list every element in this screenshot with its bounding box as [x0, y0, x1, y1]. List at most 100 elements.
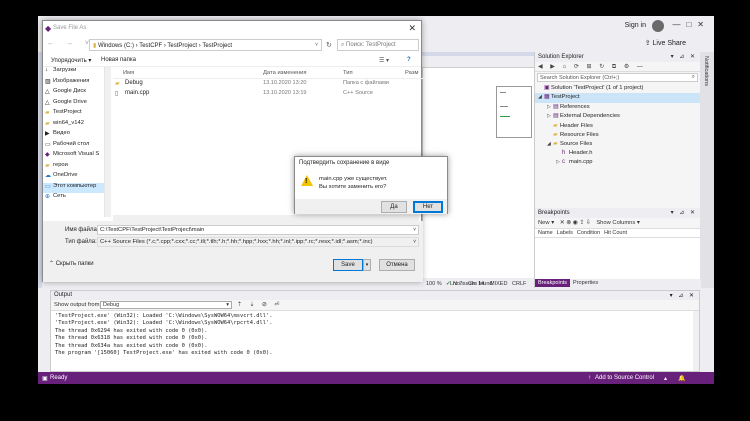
panel-pin-close-icons[interactable]: ▾ ⊿ ✕ [671, 209, 697, 216]
tree-item[interactable]: ▷ c main.cpp [535, 159, 700, 168]
solution-search-input[interactable]: Search Solution Explorer (Ctrl+;) ⌕ [537, 73, 698, 82]
window-controls[interactable]: —□✕ [672, 20, 710, 29]
network-icon: ⊕ [45, 194, 51, 200]
chevron-up-icon[interactable]: ▴ [664, 375, 667, 382]
file-row[interactable]: ▯ main.cpp 13.10.2020 13:19 C++ Source [113, 89, 423, 99]
tree-item[interactable]: ▰ Resource Files [535, 131, 700, 140]
navigation-pane: ↓ Загрузки ▨ Изображения △ Google Диск △ Google… [43, 67, 105, 217]
hide-folders-toggle[interactable]: ⌃ Скрыть папки [49, 260, 94, 267]
nav-pane-item-label: Загрузки [53, 67, 77, 73]
column-name[interactable]: Имя [123, 70, 134, 76]
column-date[interactable]: Дата изменения [263, 70, 307, 76]
tree-item-label: Source Files [560, 141, 593, 148]
file-row[interactable]: ▰ Debug 13.10.2020 13:20 Папка с файлами [113, 79, 423, 89]
add-to-source-control[interactable]: Add to Source Control [595, 375, 654, 381]
solution-icon: ▣ [544, 85, 550, 91]
chevron-down-icon: ▾ [226, 302, 229, 308]
solution-explorer-title: Solution Explorer [538, 54, 584, 60]
close-icon[interactable]: ✕ [408, 23, 416, 34]
new-folder-button[interactable]: Новая папка [101, 57, 136, 63]
nav-pane-item[interactable]: ▭ Этот компьютер [43, 182, 104, 193]
account-avatar-icon[interactable] [652, 20, 664, 32]
cpp-file-icon: c [562, 159, 565, 166]
whitespace-mode[interactable]: MIXED [490, 281, 507, 287]
refresh-icon[interactable]: ↻ [326, 41, 332, 49]
confirm-message-line1: main.cpp уже существует. [319, 176, 388, 182]
solution-explorer-toolbar[interactable]: ◀ ▶ ⌂ ⟳ ⊞ ↻ ⧉ ⚙ — [535, 62, 700, 72]
column-size[interactable]: Разм [405, 70, 418, 76]
view-options-icon[interactable]: ☰ ▾ [379, 57, 389, 64]
tree-item-label: Solution 'TestProject' (1 of 1 project) [551, 85, 644, 91]
output-header: Output ▾ ⊿ ✕ [51, 291, 699, 300]
status-ready: Ready [50, 375, 68, 381]
panel-pin-close-icons[interactable]: ▾ ⊿ ✕ [671, 53, 697, 60]
panel-tab[interactable]: Breakpoints [535, 279, 571, 287]
panel-tab[interactable]: Properties [570, 279, 601, 287]
notifications-tab[interactable]: Notifications [703, 56, 709, 86]
tree-item[interactable]: ▣Solution 'TestProject' (1 of 1 project) [535, 84, 700, 93]
panel-pin-close-icons[interactable]: ▾ ⊿ ✕ [670, 292, 696, 299]
notification-bell-icon[interactable]: 🔔 [678, 375, 685, 382]
new-breakpoint-button[interactable]: New ▾ [538, 220, 554, 226]
output-action-icons[interactable]: ⇡ ⇣ ⊘ ⏎ [237, 302, 282, 308]
sign-in-link[interactable]: Sign in [625, 22, 646, 29]
address-bar[interactable]: ▮ Windows (C:) › TestCPF › TestProject ›… [89, 39, 322, 51]
tree-item[interactable]: h Header.h [535, 150, 700, 159]
folder-search-input[interactable]: ⌕ Поиск: TestProject [337, 39, 419, 51]
nav-pane-item[interactable]: ☁ OneDrive [43, 172, 104, 183]
nav-pane-item[interactable]: ▭ Рабочий стол [43, 141, 104, 152]
line-ending[interactable]: CRLF [512, 281, 526, 287]
nav-pane-item[interactable]: △ Google Диск [43, 88, 104, 99]
tree-item[interactable]: ◢ ▦TestProject [535, 93, 700, 103]
column-number[interactable]: Ch: 14 [468, 281, 484, 287]
nav-pane-item[interactable]: ◆ Microsoft Visual S [43, 151, 104, 162]
breakpoints-column-header[interactable]: Name [538, 230, 553, 236]
filetype-value: C++ Source Files (*.c;*.cpp;*.cxx;*.cc;*… [100, 239, 373, 245]
output-line: 'TestProject.exe' (Win32): Loaded 'C:\Wi… [55, 313, 273, 319]
pictures-icon: ▨ [45, 78, 51, 85]
output-source-select[interactable]: Debug ▾ [100, 301, 232, 309]
tree-item[interactable]: ▷ ▤References [535, 103, 700, 112]
vs-icon: ◆ [45, 152, 50, 158]
cancel-button[interactable]: Отмена [379, 259, 415, 271]
filename-input[interactable]: C:\TestCPF\TestProject\TestProject\main … [97, 225, 419, 235]
nav-pane-item[interactable]: ↓ Загрузки [43, 67, 104, 78]
tree-item[interactable]: ▷ ▤External Dependencies [535, 112, 700, 121]
vs-logo-icon: ◆ [45, 24, 52, 33]
navigation-pane-scrollbar[interactable] [105, 67, 111, 217]
save-button[interactable]: Save [333, 259, 363, 271]
chevron-down-icon[interactable]: ˅ [413, 239, 416, 245]
show-columns-button[interactable]: Show Columns ▾ [596, 220, 640, 226]
yes-button[interactable]: Да [381, 201, 407, 213]
line-number[interactable]: Ln: 7 [450, 281, 462, 287]
organize-button[interactable]: Упорядочить ▾ [51, 57, 91, 64]
nav-pane-item[interactable]: ▰ win64_v142 [43, 120, 104, 131]
nav-pane-item[interactable]: ⊕ Сеть [43, 193, 104, 204]
tree-item[interactable]: ▰ Header Files [535, 122, 700, 131]
nav-pane-item[interactable]: ▰ герои [43, 162, 104, 173]
breakpoints-column-header[interactable]: Hit Count [604, 230, 627, 236]
nav-pane-item[interactable]: ▰ TestProject [43, 109, 104, 120]
editor-scroll-map[interactable] [496, 86, 532, 138]
breakpoints-column-header[interactable]: Labels [557, 230, 573, 236]
nav-pane-item[interactable]: △ Google Drive [43, 99, 104, 110]
breakpoint-action-icons[interactable]: ✕ ⊗ ◉ ⇪ ⇩ [560, 220, 591, 226]
column-type[interactable]: Тип [343, 70, 353, 76]
tree-item[interactable]: ◢ ▰ Source Files [535, 140, 700, 149]
live-share-button[interactable]: ⇪ Live Share [645, 39, 686, 47]
chevron-down-icon[interactable]: ˅ [413, 227, 416, 233]
nav-pane-item[interactable]: ▶ Видео [43, 130, 104, 141]
breakpoints-column-header[interactable]: Condition [577, 230, 600, 236]
nav-pane-item[interactable]: ▨ Изображения [43, 78, 104, 89]
filetype-select[interactable]: C++ Source Files (*.c;*.cpp;*.cxx;*.cc;*… [97, 237, 419, 247]
save-options-dropdown[interactable]: ▾ [363, 259, 371, 271]
status-bar: ▣ Ready ↑ Add to Source Control ▴ 🔔 [38, 372, 714, 384]
address-path: Windows (C:) › TestCPF › TestProject › T… [97, 43, 233, 49]
output-scrollbar[interactable] [693, 311, 699, 371]
chevron-down-icon[interactable]: ˅ [315, 42, 318, 48]
help-icon[interactable]: ? [407, 57, 411, 63]
save-file-dialog: ◆ Save File As ✕ ← → ˅ ↑ ▮ Windows (C:) … [42, 20, 423, 282]
no-button[interactable]: Нет [413, 201, 443, 213]
file-type: C++ Source [343, 90, 373, 96]
output-text[interactable]: 'TestProject.exe' (Win32): Loaded 'C:\Wi… [51, 311, 699, 359]
